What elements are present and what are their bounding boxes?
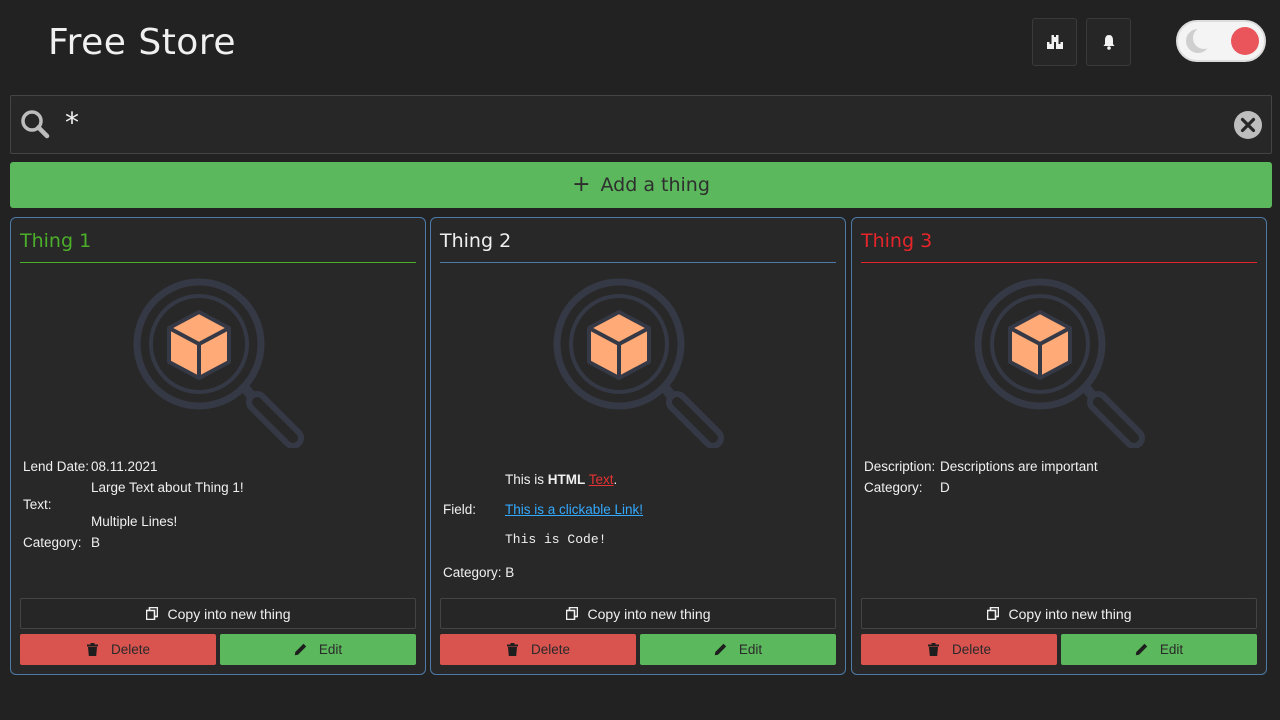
- add-thing-label: Add a thing: [600, 174, 710, 196]
- app-header: Free Store: [0, 0, 1280, 88]
- lend-date-value: 08.11.2021: [91, 459, 158, 474]
- search-icon: [21, 110, 50, 139]
- edit-button[interactable]: Edit: [220, 634, 416, 665]
- copy-into-new-thing-button[interactable]: Copy into new thing: [440, 598, 836, 629]
- title-divider: [861, 262, 1257, 263]
- edit-button[interactable]: Edit: [1061, 634, 1257, 665]
- description-value: Descriptions are important: [940, 459, 1098, 474]
- delete-label: Delete: [530, 642, 571, 657]
- trash-icon: [86, 643, 98, 656]
- copy-label: Copy into new thing: [587, 605, 711, 622]
- clear-search-icon[interactable]: [1233, 110, 1263, 140]
- pencil-icon: [714, 643, 727, 656]
- search-bar: [10, 95, 1272, 154]
- thing-card: Thing 2 This is HTML Text. Field: This i…: [430, 217, 846, 675]
- trash-icon: [927, 643, 939, 656]
- card-title: Thing 3: [861, 230, 933, 252]
- thing-placeholder-icon: [549, 276, 729, 448]
- clickable-link[interactable]: This is a clickable Link!: [505, 502, 643, 517]
- category-label: Category: B: [443, 565, 514, 580]
- copy-icon: [145, 607, 158, 620]
- thing-card: Thing 3 Description: Descriptions are im…: [851, 217, 1267, 675]
- theme-toggle[interactable]: [1176, 20, 1266, 62]
- category-value: B: [505, 565, 515, 580]
- app-title: Free Store: [48, 22, 236, 63]
- title-divider: [440, 262, 836, 263]
- title-divider: [20, 262, 416, 263]
- toggle-knob: [1231, 27, 1259, 55]
- card-title: Thing 2: [440, 230, 512, 252]
- plus-icon: +: [572, 171, 591, 197]
- search-input[interactable]: [65, 102, 1225, 142]
- category-label: Category:: [23, 535, 82, 550]
- delete-label: Delete: [951, 642, 992, 657]
- text-value-line2: Multiple Lines!: [91, 514, 178, 529]
- thing-card: Thing 1 Lend Date: 08.11.2021 Large Text…: [10, 217, 426, 675]
- bell-icon: [1103, 35, 1114, 50]
- thing-placeholder-icon: [970, 276, 1150, 448]
- category-label-text: Category:: [443, 565, 502, 580]
- html-suffix: .: [613, 472, 618, 487]
- html-bold: HTML: [547, 472, 586, 487]
- boxes-button[interactable]: [1032, 18, 1077, 66]
- delete-button[interactable]: Delete: [20, 634, 216, 665]
- field-label: Field:: [443, 502, 477, 517]
- html-prefix: This is: [505, 472, 548, 487]
- trash-icon: [506, 643, 518, 656]
- pencil-icon: [294, 643, 307, 656]
- pencil-icon: [1135, 643, 1148, 656]
- lend-date-label: Lend Date:: [23, 459, 90, 474]
- add-thing-button[interactable]: + Add a thing: [10, 162, 1272, 208]
- delete-label: Delete: [110, 642, 151, 657]
- text-label: Text:: [23, 497, 52, 512]
- copy-label: Copy into new thing: [167, 605, 291, 622]
- text-value-line1: Large Text about Thing 1!: [91, 480, 244, 495]
- html-field-value: This is HTML Text.: [505, 472, 617, 487]
- html-red-text: Text: [588, 472, 614, 487]
- category-value: D: [940, 480, 950, 495]
- notifications-button[interactable]: [1086, 18, 1131, 66]
- edit-label: Edit: [738, 642, 763, 657]
- category-value: B: [91, 535, 101, 550]
- copy-label: Copy into new thing: [1008, 605, 1132, 622]
- boxes-icon: [1046, 35, 1063, 49]
- description-label: Description:: [864, 459, 936, 474]
- card-title: Thing 1: [20, 230, 92, 252]
- edit-label: Edit: [318, 642, 343, 657]
- code-text: This is Code!: [505, 532, 607, 547]
- copy-icon: [565, 607, 578, 620]
- copy-icon: [986, 607, 999, 620]
- copy-into-new-thing-button[interactable]: Copy into new thing: [861, 598, 1257, 629]
- edit-button[interactable]: Edit: [640, 634, 836, 665]
- moon-icon: [1186, 27, 1212, 53]
- delete-button[interactable]: Delete: [861, 634, 1057, 665]
- edit-label: Edit: [1159, 642, 1184, 657]
- category-label: Category:: [864, 480, 923, 495]
- thing-placeholder-icon: [129, 276, 309, 448]
- delete-button[interactable]: Delete: [440, 634, 636, 665]
- copy-into-new-thing-button[interactable]: Copy into new thing: [20, 598, 416, 629]
